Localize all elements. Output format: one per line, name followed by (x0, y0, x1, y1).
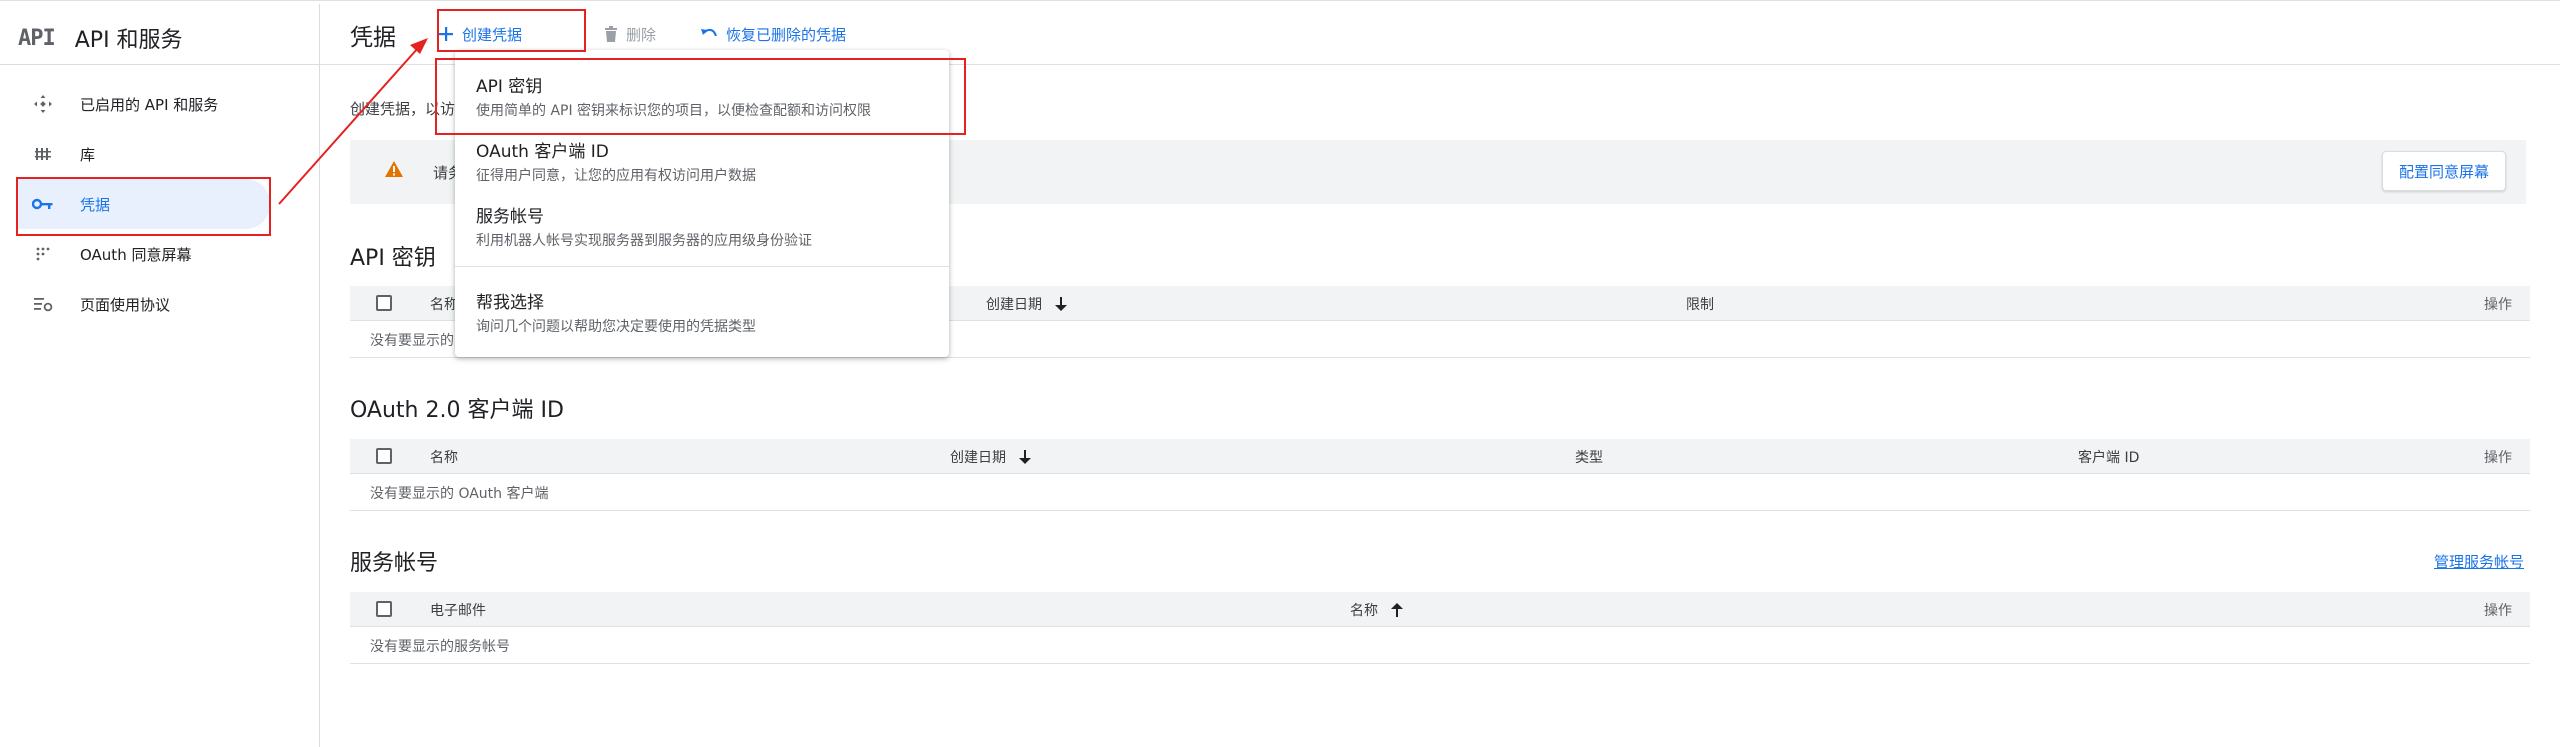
arrow-down-icon (1018, 449, 1032, 465)
menu-item-help-me-choose[interactable]: 帮我选择 询问几个问题以帮助您决定要使用的凭据类型 (455, 276, 949, 351)
sidebar-item-label: 库 (80, 145, 96, 164)
column-header-name[interactable]: 名称 (430, 447, 458, 467)
annotation-box-sidebar (16, 177, 271, 236)
empty-row: 没有要显示的 OAuth 客户端 (350, 474, 2530, 511)
library-icon (30, 143, 56, 165)
column-header-actions: 操作 (2484, 603, 2512, 619)
oauth-table-header: 名称 创建日期 类型 客户端 ID 操作 (350, 439, 2530, 474)
configure-consent-button[interactable]: 配置同意屏幕 (2381, 151, 2506, 191)
menu-item-desc: 询问几个问题以帮助您决定要使用的凭据类型 (476, 319, 756, 335)
menu-item-desc: 征得用户同意，让您的应用有权访问用户数据 (476, 168, 756, 184)
trash-icon (604, 26, 618, 42)
empty-text: 没有要显示的 (370, 333, 454, 349)
column-header-label: 名称 (1350, 603, 1378, 619)
api-keys-title: API 密钥 (350, 246, 436, 271)
select-all-checkbox[interactable] (376, 601, 392, 617)
restore-deleted-label: 恢复已删除的凭据 (726, 25, 847, 44)
sidebar-divider (0, 64, 319, 65)
api-hub-icon (30, 93, 56, 115)
sidebar-item-page-agreements[interactable]: 页面使用协议 (16, 279, 270, 329)
oauth-clients-title: OAuth 2.0 客户端 ID (350, 398, 564, 423)
menu-item-title: 服务帐号 (476, 207, 544, 227)
column-header-actions: 操作 (2484, 297, 2512, 313)
select-all-checkbox[interactable] (376, 448, 392, 464)
app-title: API 和服务 (74, 28, 183, 53)
arrow-up-icon (1390, 602, 1404, 618)
service-accounts-title: 服务帐号 (350, 551, 439, 576)
delete-button[interactable]: 删除 (604, 18, 656, 50)
menu-item-oauth-client-id[interactable]: OAuth 客户端 ID 征得用户同意，让您的应用有权访问用户数据 (455, 126, 949, 191)
menu-divider (455, 266, 949, 267)
empty-text: 没有要显示的 OAuth 客户端 (370, 486, 549, 502)
column-header-name[interactable]: 名称 (430, 294, 458, 314)
restore-deleted-button[interactable]: 恢复已删除的凭据 (700, 18, 846, 50)
page-title: 凭据 (350, 25, 396, 51)
menu-item-title: 帮我选择 (476, 293, 544, 313)
sidebar: API API 和服务 已启用的 API 和服务 库 凭据 OAuth 同意屏幕… (0, 4, 320, 747)
column-header-client-id: 客户端 ID (2078, 450, 2140, 466)
sidebar-item-library[interactable]: 库 (16, 129, 270, 179)
sidebar-item-oauth-consent[interactable]: OAuth 同意屏幕 (16, 229, 270, 279)
column-header-name[interactable]: 名称 (1350, 600, 1404, 620)
empty-text: 没有要显示的服务帐号 (370, 639, 510, 655)
service-accounts-table-header: 电子邮件 名称 操作 (350, 592, 2530, 627)
column-header-created[interactable]: 创建日期 (950, 447, 1032, 467)
column-header-created[interactable]: 创建日期 (986, 294, 1068, 314)
column-header-restrictions: 限制 (1686, 297, 1714, 313)
column-header-email[interactable]: 电子邮件 (430, 600, 486, 620)
menu-item-desc: 利用机器人帐号实现服务器到服务器的应用级身份验证 (476, 233, 812, 249)
arrow-down-icon (1054, 296, 1068, 312)
sidebar-item-label: 已启用的 API 和服务 (80, 95, 219, 114)
sidebar-item-enabled-apis[interactable]: 已启用的 API 和服务 (16, 79, 270, 129)
menu-item-service-account[interactable]: 服务帐号 利用机器人帐号实现服务器到服务器的应用级身份验证 (455, 191, 949, 256)
sidebar-item-label: OAuth 同意屏幕 (80, 245, 192, 264)
annotation-box-create-button (437, 9, 586, 52)
column-header-type: 类型 (1575, 450, 1603, 466)
column-header-actions: 操作 (2484, 450, 2512, 466)
column-header-label: 创建日期 (950, 450, 1006, 466)
column-header-label: 创建日期 (986, 297, 1042, 313)
annotation-box-api-key-item (435, 58, 966, 135)
menu-item-title: OAuth 客户端 ID (476, 142, 609, 162)
sidebar-item-label: 页面使用协议 (80, 295, 171, 314)
api-logo: API (18, 25, 56, 51)
select-all-checkbox[interactable] (376, 295, 392, 311)
delete-label: 删除 (626, 25, 657, 44)
empty-row: 没有要显示的服务帐号 (350, 627, 2530, 664)
brand: API API 和服务 (18, 18, 183, 58)
settings-list-icon (30, 293, 56, 315)
manage-service-accounts-link[interactable]: 管理服务帐号 (2434, 551, 2524, 572)
consent-grid-icon (30, 243, 56, 265)
undo-icon (700, 27, 718, 41)
warning-icon (384, 160, 404, 182)
